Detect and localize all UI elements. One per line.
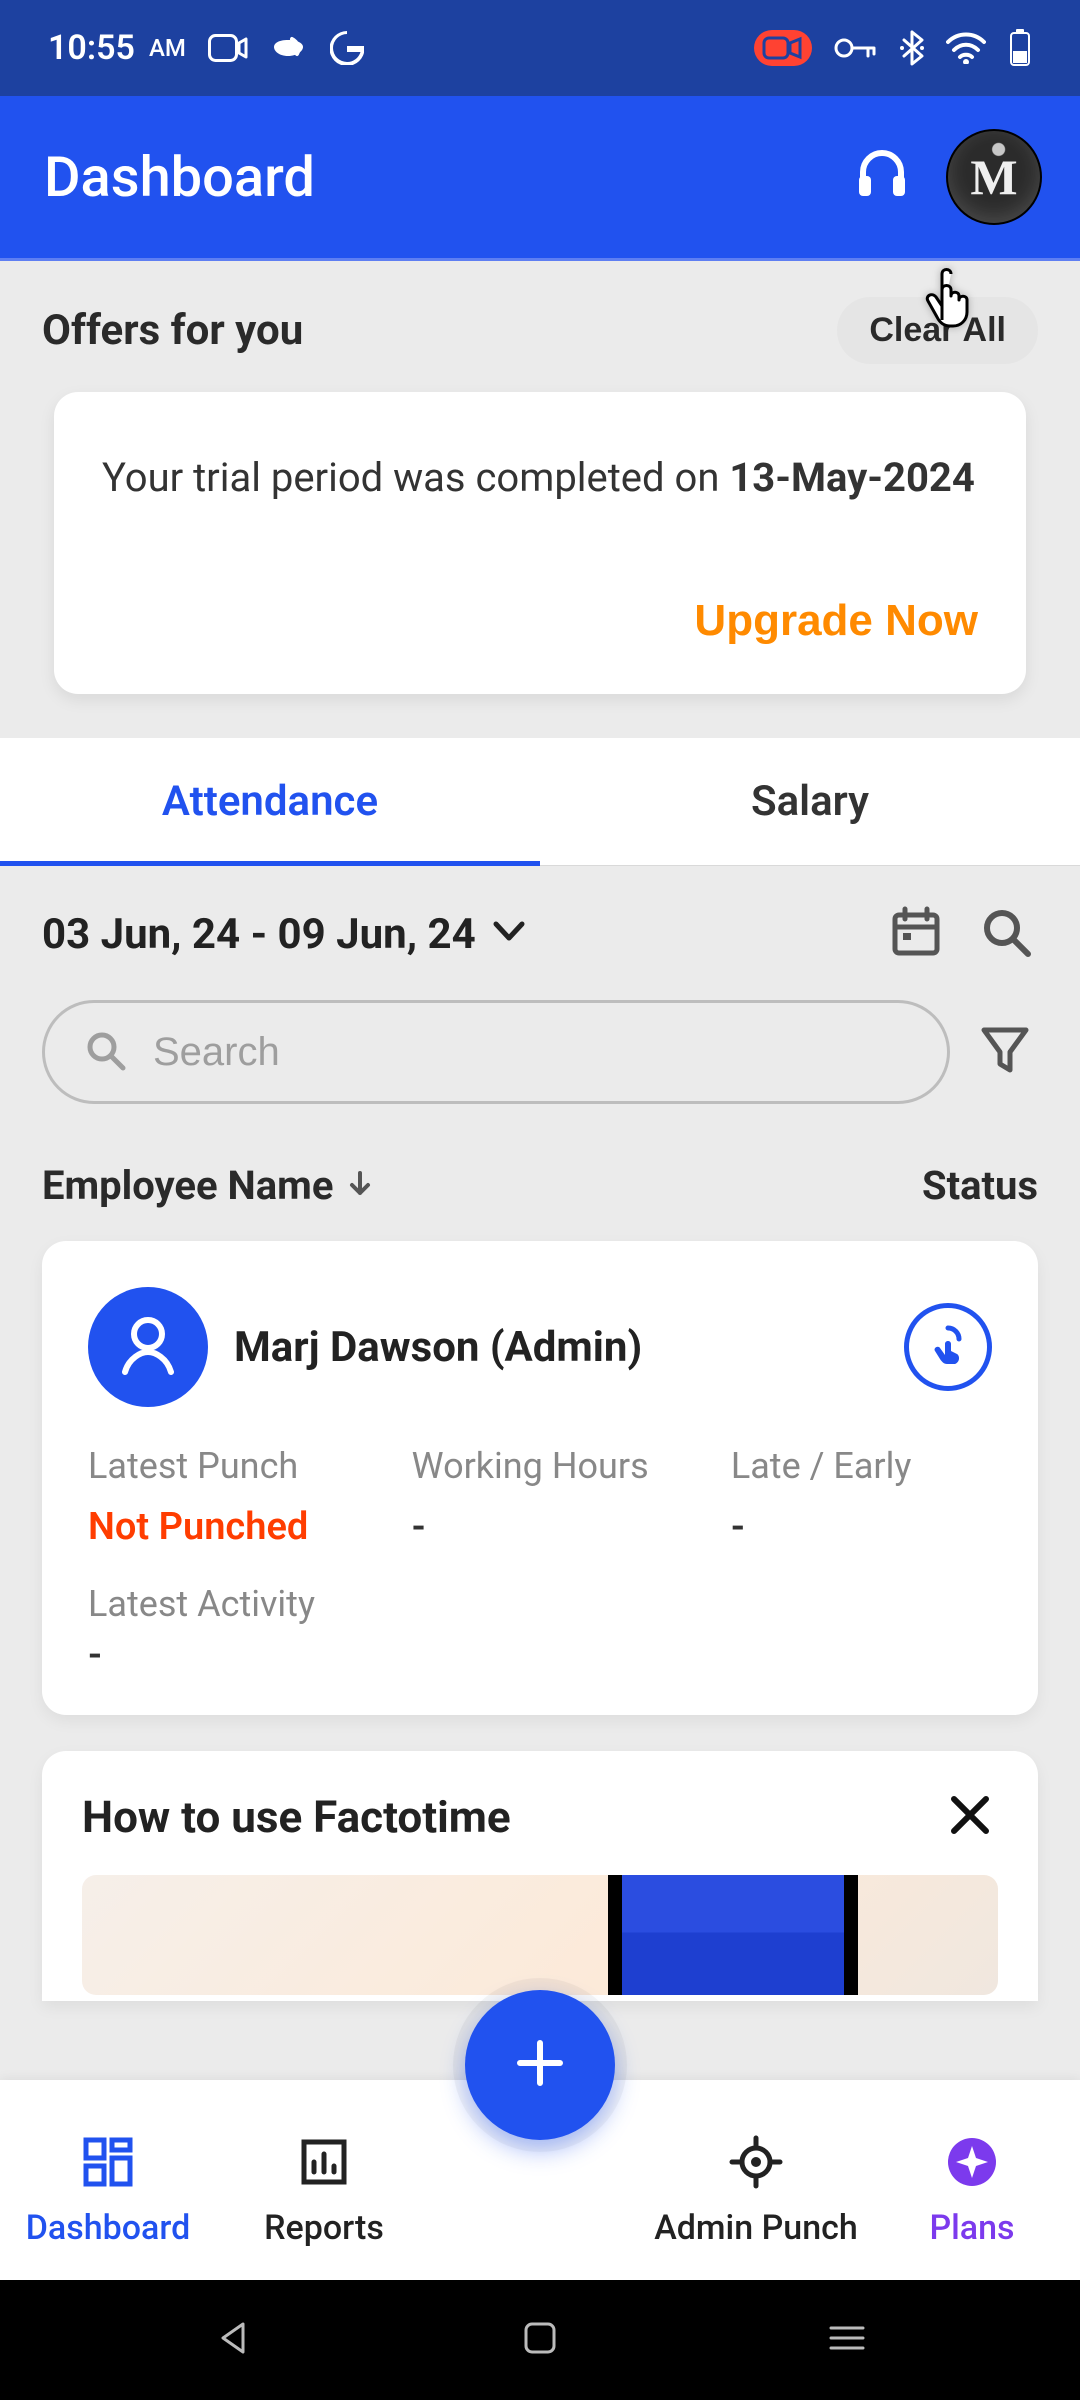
tab-attendance[interactable]: Attendance — [0, 738, 540, 865]
filter-button[interactable] — [978, 1022, 1038, 1082]
working-hours-label: Working Hours — [412, 1445, 697, 1487]
latest-activity-value: - — [88, 1633, 992, 1677]
column-headers: Employee Name Status — [0, 1138, 1080, 1233]
google-g-icon — [330, 31, 364, 65]
screen-record-badge-icon — [754, 30, 812, 66]
date-range-selector[interactable]: 03 Jun, 24 - 09 Jun, 24 — [42, 910, 526, 959]
plus-icon — [512, 2035, 568, 2095]
column-status: Status — [922, 1162, 1038, 1209]
late-early-label: Late / Early — [707, 1445, 992, 1487]
tools-row: 03 Jun, 24 - 09 Jun, 24 — [0, 866, 1080, 976]
nav-dashboard[interactable]: Dashboard — [0, 2132, 216, 2248]
search-icon — [978, 904, 1034, 964]
employee-action-button[interactable] — [904, 1303, 992, 1391]
screen-record-outline-icon — [208, 34, 248, 62]
tabs: Attendance Salary — [0, 738, 1080, 866]
status-right-group — [754, 29, 1032, 67]
search-row — [0, 976, 1080, 1138]
support-button[interactable] — [842, 137, 922, 217]
calendar-icon — [889, 905, 943, 963]
status-ampm: AM — [149, 34, 186, 62]
upgrade-now-button[interactable]: Upgrade Now — [694, 596, 978, 646]
recents-icon — [827, 2322, 867, 2358]
nav-admin-punch[interactable]: Admin Punch — [648, 2132, 864, 2248]
profile-avatar[interactable]: M — [946, 129, 1042, 225]
page-title: Dashboard — [44, 144, 818, 210]
chevron-down-icon — [492, 910, 526, 959]
nav-dashboard-label: Dashboard — [26, 2208, 191, 2248]
sys-back-button[interactable] — [203, 2310, 263, 2370]
nav-reports[interactable]: Reports — [216, 2132, 432, 2248]
search-box[interactable] — [42, 1000, 950, 1104]
search-field-icon — [83, 1028, 127, 1076]
status-left-group: 10:55 AM — [48, 28, 364, 68]
add-fab-button[interactable] — [465, 1990, 615, 2140]
filter-icon — [978, 1061, 1032, 1080]
app-icon — [270, 31, 308, 65]
nav-plans[interactable]: Plans — [864, 2132, 1080, 2248]
home-square-icon — [522, 2320, 558, 2360]
wifi-icon — [946, 32, 986, 64]
date-range-text: 03 Jun, 24 - 09 Jun, 24 — [42, 910, 476, 959]
person-icon — [113, 1310, 183, 1384]
close-icon — [946, 1824, 994, 1843]
reports-icon — [296, 2132, 352, 2192]
target-icon — [728, 2132, 784, 2192]
android-status-bar: 10:55 AM — [0, 0, 1080, 96]
bluetooth-icon — [900, 30, 924, 66]
app-bar: Dashboard M — [0, 96, 1080, 261]
headset-icon — [853, 146, 911, 208]
tab-salary[interactable]: Salary — [540, 738, 1080, 865]
android-system-nav — [0, 2280, 1080, 2400]
back-triangle-icon — [213, 2318, 253, 2362]
latest-punch-label: Latest Punch — [88, 1445, 402, 1487]
battery-icon — [1008, 29, 1032, 67]
offer-card: Your trial period was completed on 13-Ma… — [54, 392, 1026, 694]
pointer-cursor-icon — [920, 260, 976, 332]
offers-header: Offers for you Clear All — [0, 261, 1080, 392]
howto-video-thumbnail[interactable] — [82, 1875, 998, 1995]
search-input[interactable] — [153, 1030, 909, 1075]
sys-recents-button[interactable] — [817, 2310, 877, 2370]
offers-title: Offers for you — [42, 306, 303, 355]
dashboard-icon — [80, 2132, 136, 2192]
offer-text: Your trial period was completed on 13-Ma… — [102, 450, 978, 506]
working-hours-value: - — [412, 1505, 697, 1549]
employee-avatar — [88, 1287, 208, 1407]
employee-card[interactable]: Marj Dawson (Admin) Latest Punch Working… — [42, 1241, 1038, 1715]
howto-card: How to use Factotime — [42, 1751, 1038, 2001]
sys-home-button[interactable] — [510, 2310, 570, 2370]
howto-title: How to use Factotime — [82, 1791, 511, 1843]
column-employee-name[interactable]: Employee Name — [42, 1162, 375, 1209]
search-button[interactable] — [974, 902, 1038, 966]
nav-admin-punch-label: Admin Punch — [654, 2208, 858, 2248]
nav-plans-label: Plans — [929, 2208, 1014, 2248]
calendar-button[interactable] — [884, 902, 948, 966]
employee-name: Marj Dawson (Admin) — [234, 1323, 878, 1372]
vpn-key-icon — [834, 36, 878, 60]
column-name-label: Employee Name — [42, 1162, 333, 1209]
latest-activity-label: Latest Activity — [88, 1583, 992, 1625]
offer-date: 13-May-2024 — [729, 454, 975, 501]
tap-icon — [925, 1322, 971, 1372]
sort-down-icon — [345, 1162, 375, 1209]
sparkle-icon — [944, 2132, 1000, 2192]
late-early-value: - — [707, 1505, 992, 1549]
nav-reports-label: Reports — [264, 2208, 384, 2248]
offer-text-prefix: Your trial period was completed on — [102, 454, 729, 501]
latest-punch-value: Not Punched — [88, 1505, 402, 1549]
avatar-letter: M — [970, 148, 1017, 206]
phone-mock-icon — [608, 1875, 858, 1995]
howto-close-button[interactable] — [946, 1791, 998, 1843]
status-time: 10:55 — [48, 28, 135, 68]
